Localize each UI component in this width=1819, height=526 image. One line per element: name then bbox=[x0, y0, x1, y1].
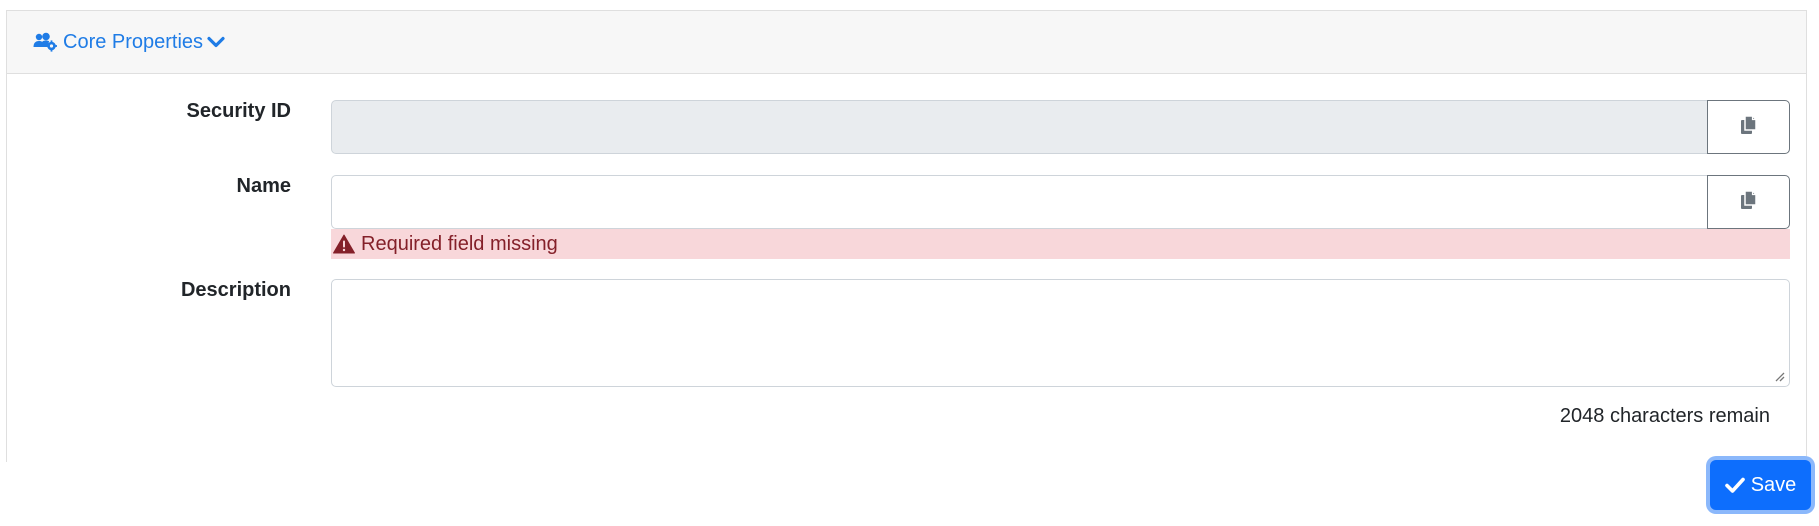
copy-security-id-button[interactable] bbox=[1707, 100, 1790, 154]
copy-icon bbox=[1739, 114, 1759, 141]
security-id-input[interactable] bbox=[331, 100, 1708, 154]
save-label: Save bbox=[1750, 473, 1797, 496]
name-label: Name bbox=[236, 175, 291, 197]
error-text: Required field missing bbox=[361, 232, 558, 255]
description-label: Description bbox=[180, 279, 291, 301]
core-properties-toggle[interactable]: Core Properties bbox=[33, 31, 225, 54]
description-textarea[interactable] bbox=[331, 279, 1790, 387]
resize-grip-icon[interactable] bbox=[1771, 368, 1802, 458]
card-header: Core Properties bbox=[7, 11, 1806, 74]
users-cog-icon bbox=[33, 32, 57, 52]
core-properties-card: Core Properties Security ID Name Require… bbox=[6, 10, 1807, 462]
warning-triangle-icon bbox=[333, 234, 355, 254]
copy-icon bbox=[1739, 189, 1759, 216]
section-title: Core Properties bbox=[63, 30, 204, 53]
chevron-down-icon bbox=[207, 35, 225, 49]
characters-remaining: 2048 characters remain bbox=[1559, 405, 1770, 427]
save-button[interactable]: Save bbox=[1710, 460, 1811, 510]
security-id-label: Security ID bbox=[186, 100, 291, 122]
copy-name-button[interactable] bbox=[1707, 175, 1790, 229]
name-error-message: Required field missing bbox=[331, 229, 1790, 259]
check-icon bbox=[1724, 477, 1745, 493]
name-input[interactable] bbox=[331, 175, 1708, 229]
